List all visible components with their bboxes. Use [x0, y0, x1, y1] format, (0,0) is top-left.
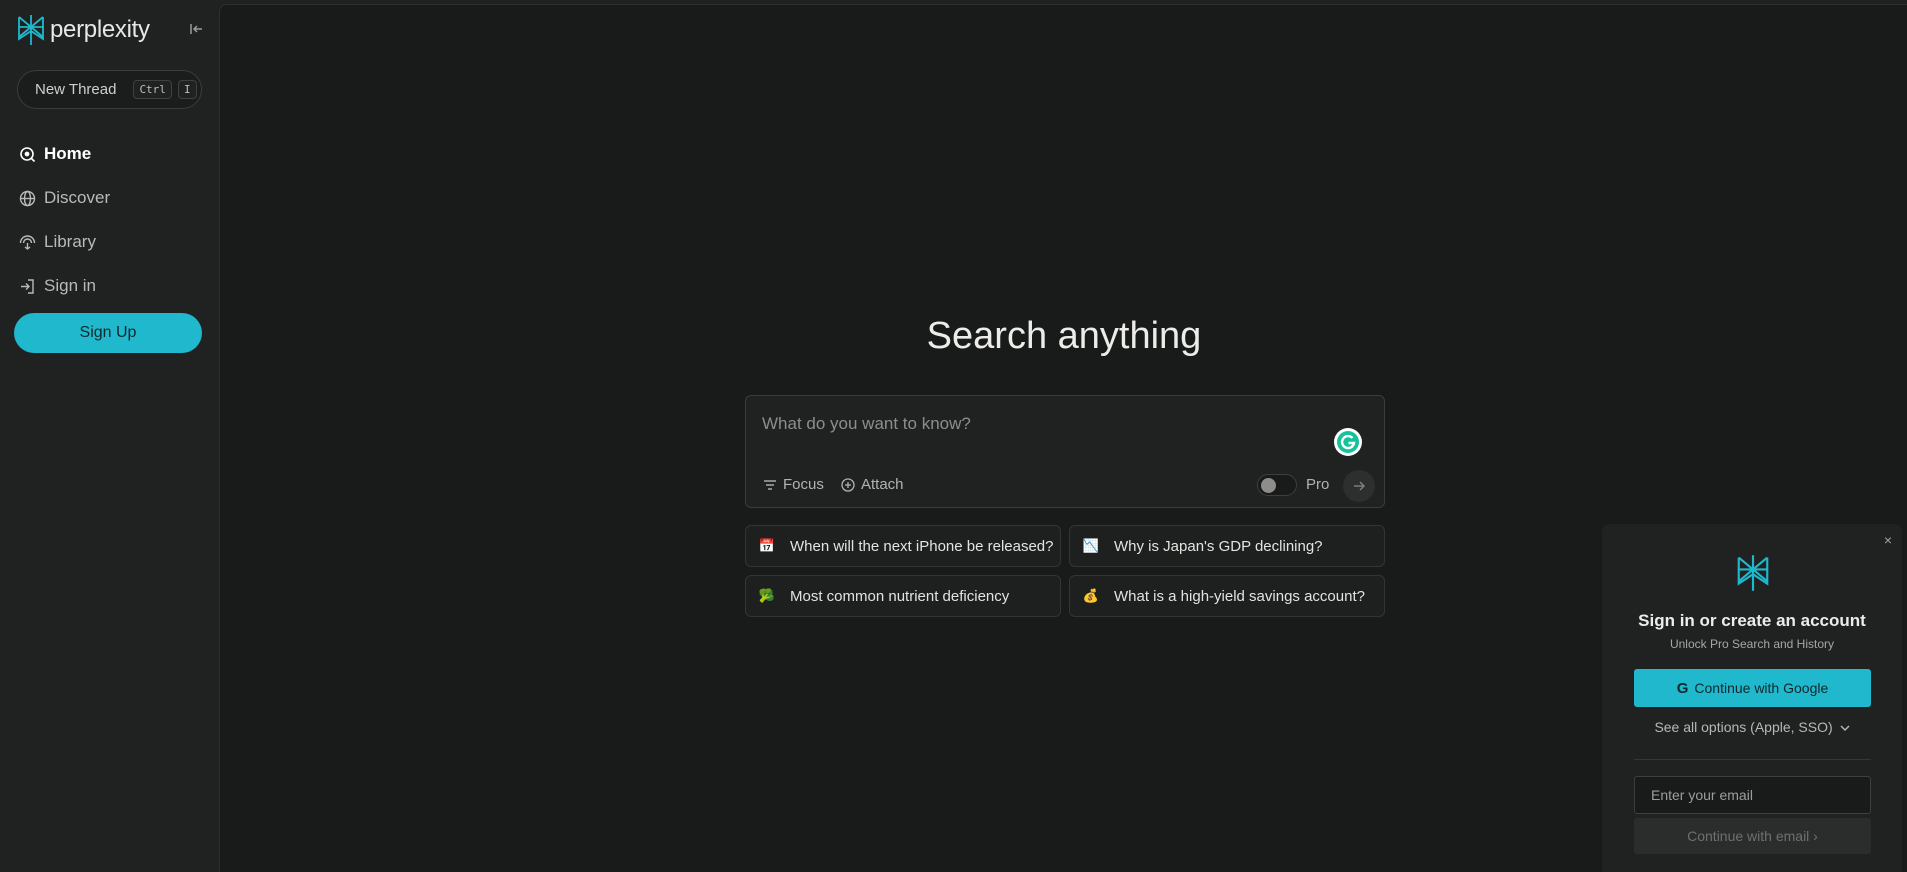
auth-title: Sign in or create an account	[1638, 611, 1866, 630]
suggestion-text: Why is Japan's GDP declining?	[1114, 537, 1323, 555]
focus-label: Focus	[783, 476, 824, 493]
google-icon: G	[1676, 679, 1689, 697]
suggestion-card[interactable]: 📉 Why is Japan's GDP declining?	[1069, 525, 1385, 567]
see-all-options-link[interactable]: See all options (Apple, SSO)	[1602, 719, 1902, 735]
attach-label: Attach	[861, 476, 904, 493]
sidebar-nav: Home Discover Library Sign in	[19, 132, 110, 308]
close-icon[interactable]: ×	[1884, 532, 1892, 548]
email-field[interactable]	[1634, 776, 1871, 814]
sidebar-item-discover[interactable]: Discover	[19, 176, 110, 220]
sidebar-item-label: Sign in	[44, 276, 96, 295]
sidebar-item-label: Library	[44, 232, 96, 251]
library-icon	[19, 234, 36, 250]
continue-with-google-button[interactable]: G Continue with Google	[1634, 669, 1871, 707]
new-thread-button[interactable]: New Thread Ctrl I	[17, 70, 202, 109]
home-icon	[20, 146, 36, 162]
logo[interactable]: perplexity	[16, 14, 150, 46]
filter-icon	[764, 479, 776, 490]
google-button-label: Continue with Google	[1694, 680, 1829, 696]
suggestion-text: When will the next iPhone be released?	[790, 537, 1054, 555]
sign-in-popover: × Sign in or create an account Unlock Pr…	[1602, 524, 1902, 872]
auth-subtitle: Unlock Pro Search and History	[1669, 637, 1835, 651]
sign-in-icon	[21, 278, 34, 294]
suggestion-card[interactable]: 🥦 Most common nutrient deficiency	[745, 575, 1061, 617]
sign-up-button[interactable]: Sign Up	[14, 313, 202, 353]
sidebar-item-label: Home	[44, 144, 92, 163]
suggestion-card[interactable]: 💰 What is a high-yield savings account?	[1069, 575, 1385, 617]
calendar-icon: 📅	[758, 538, 776, 553]
new-thread-label: New Thread	[35, 81, 117, 98]
attach-button[interactable]: Attach	[841, 476, 904, 493]
sidebar-item-label: Discover	[44, 188, 111, 207]
continue-with-email-button[interactable]: Continue with email ›	[1634, 818, 1871, 854]
pro-label: Pro	[1306, 476, 1330, 493]
page-title: Search anything	[926, 315, 1202, 357]
search-box: Focus Attach Pro	[745, 395, 1385, 508]
suggestion-text: Most common nutrient deficiency	[790, 587, 1010, 605]
perplexity-logo-icon	[18, 15, 44, 45]
pro-toggle[interactable]	[1257, 474, 1297, 496]
focus-button[interactable]: Focus	[763, 476, 824, 493]
broccoli-icon: 🥦	[758, 588, 776, 603]
shortcut-key-i: I	[177, 80, 197, 99]
grammarly-icon[interactable]	[1333, 427, 1363, 457]
chevron-down-icon	[1840, 725, 1850, 731]
perplexity-logo-icon	[1737, 555, 1769, 591]
arrow-right-icon	[1354, 481, 1366, 491]
toggle-knob	[1261, 478, 1276, 493]
sidebar-item-library[interactable]: Library	[19, 220, 110, 264]
shortcut-key-ctrl: Ctrl	[133, 80, 172, 99]
sidebar-item-home[interactable]: Home	[19, 132, 110, 176]
chart-down-icon: 📉	[1082, 538, 1100, 553]
collapse-sidebar-icon[interactable]	[188, 20, 206, 38]
sidebar-item-sign-in[interactable]: Sign in	[19, 264, 110, 308]
plus-circle-icon	[841, 477, 855, 492]
divider	[1634, 759, 1871, 760]
money-bag-icon: 💰	[1082, 588, 1100, 603]
suggestion-card[interactable]: 📅 When will the next iPhone be released?	[745, 525, 1061, 567]
search-input[interactable]	[762, 412, 1322, 436]
sidebar: perplexity New Thread Ctrl I Home Discov…	[0, 0, 219, 872]
options-label: See all options (Apple, SSO)	[1654, 719, 1833, 735]
globe-icon	[19, 190, 36, 206]
suggestion-text: What is a high-yield savings account?	[1114, 587, 1365, 605]
submit-button[interactable]	[1343, 470, 1375, 502]
brand-name: perplexity	[50, 16, 150, 43]
